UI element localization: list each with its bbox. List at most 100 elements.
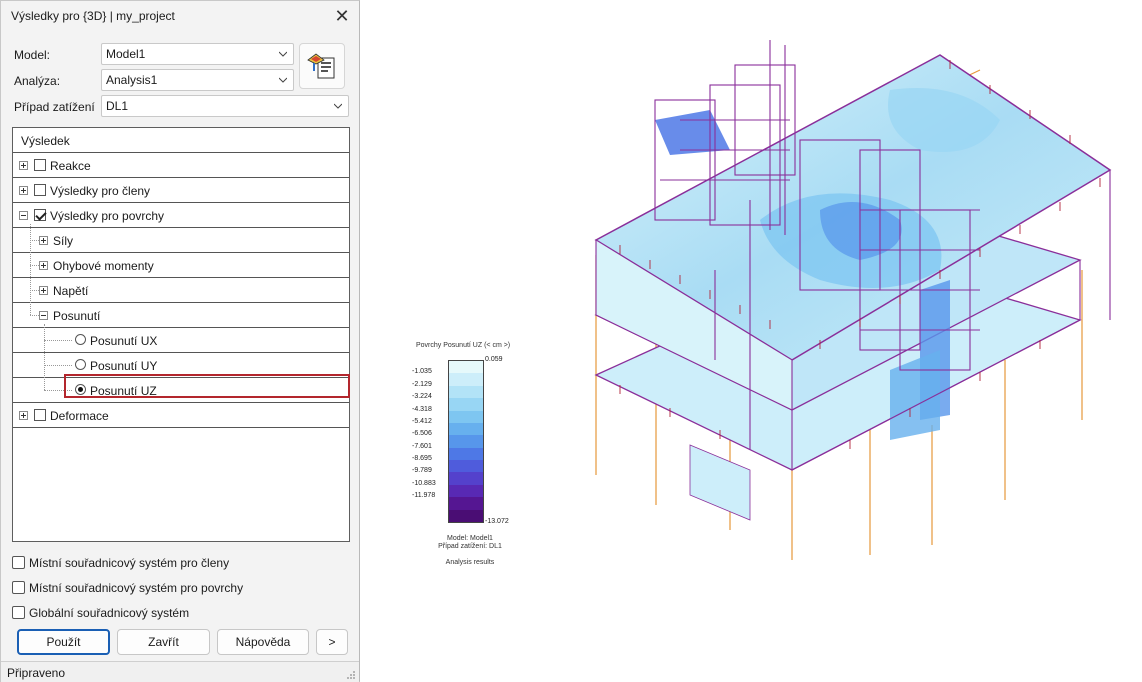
tree-item-sily[interactable]: Síly <box>13 228 349 253</box>
tree-connector <box>44 340 72 341</box>
chevron-down-icon <box>334 103 342 109</box>
legend-segment <box>449 460 483 473</box>
tree-item-label: Reakce <box>50 159 91 173</box>
legend-segment <box>449 410 483 424</box>
legend-tick-label: -11.978 <box>412 492 436 500</box>
model-viewport[interactable] <box>560 30 1140 570</box>
results-tree: Výsledek Reakce Výsledky pro členy Výsle… <box>12 127 350 542</box>
expand-icon[interactable] <box>19 186 28 195</box>
legend-tick-label: -6.506 <box>412 430 432 438</box>
option-label: Místní souřadnicový systém pro členy <box>29 556 230 570</box>
tree-header: Výsledek <box>13 128 349 153</box>
results-wizard-button[interactable] <box>299 43 345 89</box>
legend-tick-label: -1.035 <box>412 368 432 376</box>
resize-grip-icon[interactable] <box>346 670 356 680</box>
results-dialog: Výsledky pro {3D} | my_project ✕ Model: … <box>0 0 360 682</box>
legend-segment <box>449 484 483 498</box>
tree-item-label: Síly <box>53 234 74 248</box>
legend-segment <box>449 373 483 387</box>
local-surfaces-checkbox[interactable] <box>12 581 25 594</box>
legend-segment <box>449 497 483 511</box>
global-checkbox[interactable] <box>12 606 25 619</box>
tree-item-label: Výsledky pro povrchy <box>50 209 165 223</box>
legend-min-value: -13.072 <box>485 518 509 525</box>
tree-item-bending-moments[interactable]: Ohybové momenty <box>13 253 349 278</box>
option-label: Místní souřadnicový systém pro povrchy <box>29 581 244 595</box>
expand-icon[interactable] <box>39 236 48 245</box>
tree-connector <box>30 224 31 315</box>
displacement-uy-radio[interactable] <box>75 359 86 370</box>
legend-color-bar <box>448 360 484 523</box>
legend-segment <box>449 361 483 374</box>
loadcase-select[interactable]: DL1 <box>101 95 349 117</box>
model-select-value: Model1 <box>106 47 146 61</box>
tree-header-label: Výsledek <box>21 134 70 148</box>
tree-item-member-results[interactable]: Výsledky pro členy <box>13 178 349 203</box>
expand-icon[interactable] <box>39 261 48 270</box>
legend-segment <box>449 398 483 412</box>
window-title: Výsledky pro {3D} | my_project <box>11 9 175 23</box>
tree-item-reakce[interactable]: Reakce <box>13 153 349 178</box>
tree-connector <box>44 324 45 390</box>
tree-item-label: Posunutí UX <box>90 334 158 348</box>
model-select[interactable]: Model1 <box>101 43 294 65</box>
tree-item-surface-results[interactable]: Výsledky pro povrchy <box>13 203 349 228</box>
local-members-checkbox[interactable] <box>12 556 25 569</box>
legend-footer-model: Model: Model1 <box>447 535 493 542</box>
chevron-down-icon <box>279 51 287 57</box>
chevron-down-icon <box>279 77 287 83</box>
analysis-select[interactable]: Analysis1 <box>101 69 294 91</box>
tree-connector <box>30 265 39 266</box>
legend-tick-label: -7.601 <box>412 442 432 450</box>
member-results-checkbox[interactable] <box>34 184 46 196</box>
help-button[interactable]: Nápověda <box>217 629 309 655</box>
tree-item-stress[interactable]: Napětí <box>13 278 349 303</box>
collapse-icon[interactable] <box>39 311 48 320</box>
more-button[interactable]: > <box>316 629 348 655</box>
tree-item-label: Ohybové momenty <box>53 259 154 273</box>
surface-results-checkbox[interactable] <box>34 209 46 221</box>
legend-tick-label: -8.695 <box>412 455 432 463</box>
tree-connector <box>30 290 39 291</box>
tree-item-displacement[interactable]: Posunutí <box>13 303 349 328</box>
deformation-checkbox[interactable] <box>34 409 46 421</box>
tree-item-deformation[interactable]: Deformace <box>13 403 349 428</box>
option-label: Globální souřadnicový systém <box>29 606 190 620</box>
expand-icon[interactable] <box>39 286 48 295</box>
legend-segment <box>449 385 483 399</box>
legend-segment <box>449 422 483 436</box>
loadcase-select-value: DL1 <box>106 99 129 113</box>
legend-tick-label: -2.129 <box>412 380 432 388</box>
expand-icon[interactable] <box>19 161 28 170</box>
tree-item-label: Deformace <box>50 409 109 423</box>
status-bar: Připraveno <box>1 661 359 682</box>
legend-footer-caption: Analysis results <box>445 559 495 566</box>
legend-segment <box>449 472 483 486</box>
expand-icon[interactable] <box>19 411 28 420</box>
close-button[interactable]: Zavřít <box>117 629 210 655</box>
displacement-ux-radio[interactable] <box>75 334 86 345</box>
legend-tick-label: -4.318 <box>412 405 432 413</box>
floor-slabs <box>594 54 1112 521</box>
legend-title: Povrchy Posunutí UZ (< cm >) <box>416 342 511 349</box>
selection-highlight <box>64 374 350 398</box>
tree-connector <box>30 315 39 316</box>
results-wizard-icon <box>307 53 335 79</box>
tree-connector <box>44 365 72 366</box>
legend-segment <box>449 509 483 523</box>
close-icon[interactable]: ✕ <box>331 5 353 27</box>
legend-tick-label: -5.412 <box>412 417 432 425</box>
tree-item-label: Posunutí <box>53 309 101 323</box>
title-bar: Výsledky pro {3D} | my_project ✕ <box>1 1 359 31</box>
apply-button[interactable]: Použít <box>17 629 110 655</box>
analysis-label: Analýza: <box>14 74 61 88</box>
tree-item-label: Výsledky pro členy <box>50 184 151 198</box>
reakce-checkbox[interactable] <box>34 159 46 171</box>
analysis-select-value: Analysis1 <box>106 73 158 87</box>
legend-tick-label: -10.883 <box>412 479 436 487</box>
collapse-icon[interactable] <box>19 211 28 220</box>
status-text: Připraveno <box>7 666 66 680</box>
tree-item-displacement-ux[interactable]: Posunutí UX <box>13 328 349 353</box>
color-legend: Povrchy Posunutí UZ (< cm >) 0.059 -13.0… <box>410 340 530 570</box>
legend-max-value: 0.059 <box>485 356 503 363</box>
